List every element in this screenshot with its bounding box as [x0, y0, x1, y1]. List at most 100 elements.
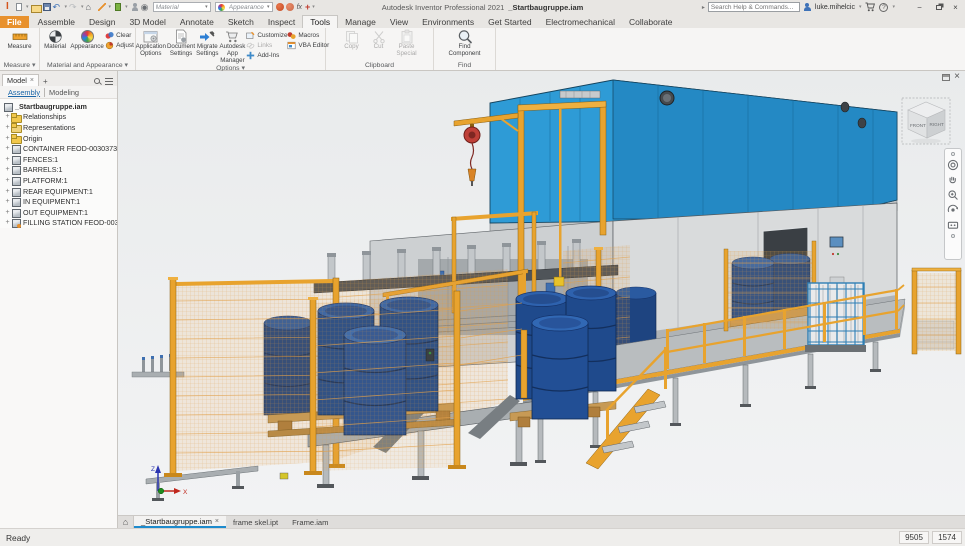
ribbon-tab-annotate[interactable]: Annotate: [173, 16, 221, 28]
chevron-down-icon[interactable]: ▾: [859, 4, 862, 10]
expand-icon[interactable]: +: [4, 124, 11, 131]
browser-mode-assembly[interactable]: Assembly: [4, 88, 44, 97]
ribbon-tab-electromechanical[interactable]: Electromechanical: [539, 16, 622, 28]
chevron-down-icon[interactable]: ▾: [267, 4, 270, 10]
browser-mode-modeling[interactable]: Modeling: [44, 88, 83, 97]
look-at-tool[interactable]: [947, 219, 959, 231]
chevron-down-icon[interactable]: ▾: [125, 4, 128, 10]
expand-icon[interactable]: +: [4, 156, 11, 163]
search-icon[interactable]: [93, 77, 102, 86]
material-combo[interactable]: Material▾: [153, 2, 211, 12]
tree-item-barrels-1[interactable]: +BARRELS:1: [0, 165, 117, 176]
navbar-dot-icon[interactable]: [951, 234, 955, 238]
expand-icon[interactable]: +: [4, 219, 11, 226]
help-icon[interactable]: ?: [879, 3, 888, 12]
appearance-combo[interactable]: Appearance▾: [215, 2, 273, 12]
appearance-button[interactable]: Appearance: [70, 29, 104, 51]
close-icon[interactable]: ×: [215, 518, 219, 525]
save-icon[interactable]: [42, 2, 52, 12]
viewport-restore-icon[interactable]: [942, 74, 950, 81]
add-icon[interactable]: +: [305, 2, 310, 12]
pan-tool[interactable]: [947, 174, 959, 186]
expand-icon[interactable]: +: [4, 135, 11, 142]
ribbon-tab-3d-model[interactable]: 3D Model: [122, 16, 172, 28]
chevron-down-icon[interactable]: ▾: [205, 4, 208, 10]
close-icon[interactable]: ×: [30, 77, 34, 84]
ribbon-tab-get-started[interactable]: Get Started: [481, 16, 538, 28]
home-icon[interactable]: [86, 2, 96, 12]
search-input[interactable]: [708, 2, 800, 12]
navigation-wheel-tool[interactable]: [947, 159, 959, 171]
3d-viewport[interactable]: Z X FRONT RIGHT ×: [118, 71, 965, 515]
app-manager-button[interactable]: Autodesk App Manager: [220, 29, 246, 64]
ribbon-tab-collaborate[interactable]: Collaborate: [622, 16, 679, 28]
document-settings-button[interactable]: Document Settings: [167, 29, 195, 58]
tree-item-platform-1[interactable]: +PLATFORM:1: [0, 175, 117, 186]
menu-icon[interactable]: [105, 78, 113, 85]
panel-label-material-appearance[interactable]: Material and Appearance: [40, 61, 135, 70]
tree-item-representations[interactable]: +Representations: [0, 122, 117, 133]
tree-item-filling-station-feod-00303879-1[interactable]: +FILLING STATION FEOD-00303879:1: [0, 218, 117, 229]
expand-arrow-icon[interactable]: ▸: [702, 4, 705, 11]
restore-button[interactable]: [930, 1, 945, 14]
ribbon-tab-assemble[interactable]: Assemble: [31, 16, 82, 28]
undo-icon[interactable]: [53, 2, 63, 12]
chevron-down-icon[interactable]: ▾: [892, 4, 895, 10]
expand-icon[interactable]: +: [4, 177, 11, 184]
appearance-clear-icon[interactable]: [286, 3, 294, 11]
chevron-down-icon[interactable]: ▾: [65, 4, 68, 10]
expand-icon[interactable]: +: [4, 145, 11, 152]
expand-icon[interactable]: +: [4, 188, 11, 195]
panel-label-measure[interactable]: Measure: [0, 61, 39, 70]
expand-icon[interactable]: +: [4, 209, 11, 216]
tree-item-container-feod-00303735-1[interactable]: +CONTAINER FEOD-00303735:1: [0, 143, 117, 154]
chevron-down-icon[interactable]: ▾: [81, 4, 84, 10]
find-component-button[interactable]: Find Component: [445, 29, 485, 58]
user-name[interactable]: luke.mihelcic: [815, 4, 855, 11]
settings-icon[interactable]: [141, 2, 151, 12]
open-folder-icon[interactable]: [31, 2, 41, 12]
tree-item-relationships[interactable]: +Relationships: [0, 112, 117, 123]
ribbon-tab-view[interactable]: View: [383, 16, 415, 28]
doc-tab-frame-skel-ipt[interactable]: frame skel.ipt: [226, 516, 285, 528]
vba-editor-button[interactable]: VBA Editor: [287, 41, 325, 50]
tree-item-fences-1[interactable]: +FENCES:1: [0, 154, 117, 165]
adjust-button[interactable]: Adjust: [105, 41, 134, 50]
doc-tab-frame-iam[interactable]: Frame.iam: [285, 516, 335, 528]
ribbon-tab-design[interactable]: Design: [82, 16, 122, 28]
expand-icon[interactable]: +: [4, 166, 11, 173]
material-button[interactable]: Material: [41, 29, 69, 51]
material-box-icon[interactable]: [113, 2, 123, 12]
parameters-fx-icon[interactable]: fx: [297, 4, 302, 11]
redo-icon[interactable]: [69, 2, 79, 12]
expand-icon[interactable]: +: [4, 198, 11, 205]
chevron-down-icon[interactable]: ▾: [312, 4, 315, 10]
measure-button[interactable]: Measure: [4, 29, 36, 51]
ribbon-tab-file[interactable]: File: [0, 16, 29, 28]
minimize-button[interactable]: −: [912, 1, 927, 14]
close-button[interactable]: ×: [948, 1, 963, 14]
tree-item-origin[interactable]: +Origin: [0, 133, 117, 144]
sketch-icon[interactable]: [97, 2, 107, 12]
zoom-tool[interactable]: [947, 189, 959, 201]
ribbon-tab-environments[interactable]: Environments: [415, 16, 481, 28]
viewport-close-icon[interactable]: ×: [954, 73, 960, 81]
doc-tab-startbaugruppe-iam[interactable]: _Startbaugruppe.iam×: [134, 516, 226, 528]
cart-icon[interactable]: [865, 2, 876, 12]
new-document-icon[interactable]: [14, 2, 24, 12]
expand-icon[interactable]: +: [4, 113, 11, 120]
tree-item-out-equipment-1[interactable]: +OUT EQUIPMENT:1: [0, 207, 117, 218]
tree-item-in-equipment-1[interactable]: +IN EQUIPMENT:1: [0, 196, 117, 207]
inventor-logo-icon[interactable]: [3, 2, 13, 12]
add-browser-tab-button[interactable]: +: [39, 77, 52, 86]
orbit-tool[interactable]: [947, 204, 959, 216]
user-avatar-icon[interactable]: [803, 3, 812, 12]
person-small-icon[interactable]: [130, 2, 140, 12]
view-cube[interactable]: FRONT RIGHT: [902, 98, 950, 144]
ribbon-tab-manage[interactable]: Manage: [338, 16, 383, 28]
application-options-button[interactable]: Application Options: [136, 29, 166, 58]
ribbon-tab-tools[interactable]: Tools: [302, 15, 338, 28]
home-tab-icon[interactable]: ⌂: [118, 516, 134, 528]
chevron-down-icon[interactable]: ▾: [26, 4, 29, 10]
browser-tab-model[interactable]: Model ×: [2, 74, 39, 86]
